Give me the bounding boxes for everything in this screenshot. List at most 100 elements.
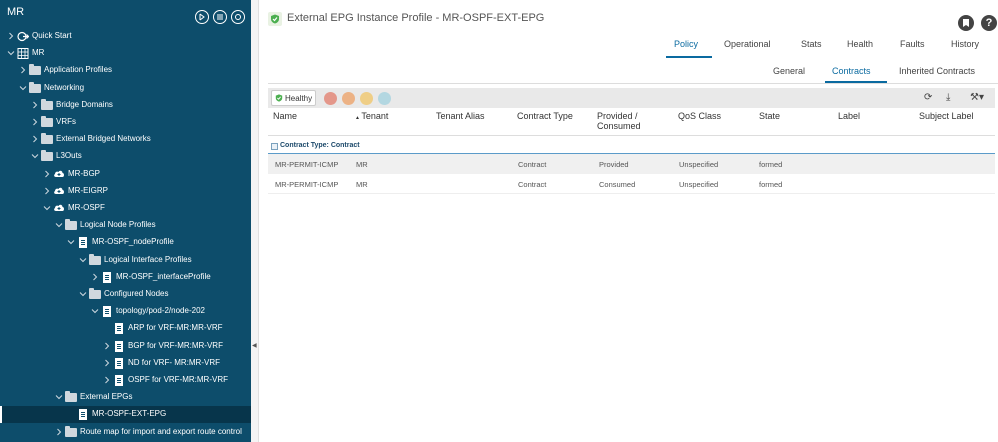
chevron-down-icon[interactable]: [19, 84, 27, 92]
help-icon[interactable]: ?: [981, 15, 997, 31]
chevron-right-icon[interactable]: [31, 101, 39, 109]
document-icon: [77, 237, 89, 249]
tree-node[interactable]: BGP for VRF-MR:MR-VRF: [0, 338, 251, 355]
tree-node[interactable]: L3Outs: [0, 148, 251, 165]
chevron-down-icon[interactable]: [31, 152, 39, 160]
tab-operational[interactable]: Operational: [724, 39, 771, 49]
table-cell: Contract: [518, 160, 547, 169]
table-cell: MR: [356, 160, 368, 169]
chevron-down-icon[interactable]: [79, 290, 87, 298]
header-divider: [268, 135, 995, 136]
tools-icon[interactable]: ⚒▾: [970, 92, 984, 103]
tab-policy[interactable]: Policy: [674, 39, 698, 49]
table-row[interactable]: MR-PERMIT-ICMP MR Contract Provided Unspecif…: [268, 154, 995, 174]
table-cell: MR: [356, 180, 368, 189]
tree-node[interactable]: MR: [0, 45, 251, 62]
major-fault-icon[interactable]: [342, 92, 355, 105]
download-icon[interactable]: ⤓: [946, 92, 950, 103]
chevron-right-icon[interactable]: [103, 359, 111, 367]
chevron-right-icon[interactable]: [103, 342, 111, 350]
group-label: Contract Type: Contract: [280, 142, 360, 149]
tree-node-label: VRFs: [56, 117, 76, 126]
tab-history[interactable]: History: [951, 39, 979, 49]
subtab-general[interactable]: General: [773, 66, 805, 76]
tree-node[interactable]: VRFs: [0, 114, 251, 131]
tree-node[interactable]: topology/pod-2/node-202: [0, 303, 251, 320]
document-icon: [77, 409, 89, 421]
tree-node[interactable]: OSPF for VRF-MR:MR-VRF: [0, 372, 251, 389]
tree-node[interactable]: Logical Node Profiles: [0, 217, 251, 234]
tree-node[interactable]: ND for VRF- MR:MR-VRF: [0, 355, 251, 372]
column-header[interactable]: Name: [273, 111, 297, 121]
document-icon: [113, 340, 125, 352]
chevron-right-icon[interactable]: [31, 135, 39, 143]
tree-node[interactable]: External EPGs: [0, 389, 251, 406]
table-row[interactable]: MR-PERMIT-ICMP MR Contract Consumed Unspecif…: [268, 174, 995, 194]
column-header-label: Provided / Consumed: [597, 111, 641, 131]
health-status-button[interactable]: Healthy: [271, 90, 316, 106]
tab-faults[interactable]: Faults: [900, 39, 925, 49]
column-header-label: Name: [273, 111, 298, 121]
column-header[interactable]: Contract Type: [517, 111, 573, 121]
subtab-inherited-contracts[interactable]: Inherited Contracts: [899, 66, 975, 76]
tree-node[interactable]: MR-EIGRP: [0, 183, 251, 200]
chevron-down-icon[interactable]: [79, 256, 87, 264]
column-header-label: Tenant Alias: [436, 111, 485, 121]
chevron-down-icon[interactable]: [67, 238, 75, 246]
column-header[interactable]: Subject Label: [919, 111, 974, 121]
chevron-down-icon[interactable]: [91, 307, 99, 315]
column-header[interactable]: Label: [838, 111, 860, 121]
group-row[interactable]: Contract Type: Contract: [268, 141, 995, 153]
chevron-right-icon[interactable]: [31, 118, 39, 126]
warning-fault-icon[interactable]: [378, 92, 391, 105]
bookmark-icon[interactable]: [958, 15, 974, 31]
tree-node-label: Application Profiles: [44, 65, 113, 75]
chevron-right-icon[interactable]: [91, 273, 99, 281]
tree-node[interactable]: MR-OSPF-EXT-EPG: [0, 406, 251, 424]
tree-node[interactable]: Logical Interface Profiles: [0, 252, 251, 269]
tree-node[interactable]: External Bridged Networks: [0, 131, 251, 148]
tree-node[interactable]: Application Profiles: [0, 62, 251, 79]
tree-node[interactable]: Configured Nodes: [0, 286, 251, 303]
chevron-right-icon[interactable]: [55, 428, 63, 436]
panel-splitter[interactable]: ◀: [251, 0, 259, 442]
chevron-down-icon[interactable]: [55, 221, 63, 229]
tree-node[interactable]: MR-OSPF: [0, 200, 251, 217]
page-title: External EPG Instance Profile - MR-OSPF-…: [287, 12, 545, 24]
document-icon: [101, 306, 113, 318]
collapse-arrow-icon[interactable]: ◀: [252, 342, 257, 349]
tree-node[interactable]: Networking: [0, 80, 251, 97]
minor-fault-icon[interactable]: [360, 92, 373, 105]
circle-view-icon[interactable]: [231, 10, 245, 24]
tenant-icon: [17, 48, 29, 60]
chevron-down-icon[interactable]: [7, 49, 15, 57]
tree-node[interactable]: MR-OSPF_interfaceProfile: [0, 269, 251, 286]
document-icon: [113, 357, 125, 369]
chevron-right-icon[interactable]: [43, 170, 51, 178]
list-view-icon[interactable]: [213, 10, 227, 24]
chevron-right-icon[interactable]: [19, 66, 27, 74]
tab-stats[interactable]: Stats: [801, 39, 822, 49]
collapse-group-icon[interactable]: [271, 143, 278, 150]
chevron-down-icon[interactable]: [43, 204, 51, 212]
toggle-view-icon[interactable]: [195, 10, 209, 24]
chevron-right-icon[interactable]: [7, 32, 15, 40]
chevron-right-icon[interactable]: [43, 187, 51, 195]
chevron-right-icon[interactable]: [103, 376, 111, 384]
column-header[interactable]: Tenant Alias: [436, 111, 485, 121]
tree-node[interactable]: Bridge Domains: [0, 97, 251, 114]
subtab-contracts[interactable]: Contracts: [832, 66, 871, 76]
column-header[interactable]: Provided / Consumed: [597, 111, 647, 131]
tree-node[interactable]: MR-BGP: [0, 166, 251, 183]
column-header[interactable]: QoS Class: [678, 111, 721, 121]
chevron-down-icon[interactable]: [55, 393, 63, 401]
tab-health[interactable]: Health: [847, 39, 873, 49]
tree-node[interactable]: MR-OSPF_nodeProfile: [0, 234, 251, 251]
tree-node[interactable]: Route map for import and export route co…: [0, 424, 251, 441]
tree-node[interactable]: ARP for VRF-MR:MR-VRF: [0, 320, 251, 337]
refresh-icon[interactable]: ⟳: [924, 92, 932, 103]
critical-fault-icon[interactable]: [324, 92, 337, 105]
column-header[interactable]: State: [759, 111, 780, 121]
tree-node[interactable]: Quick Start: [0, 28, 251, 45]
column-header[interactable]: ▲ Tenant: [355, 111, 388, 123]
